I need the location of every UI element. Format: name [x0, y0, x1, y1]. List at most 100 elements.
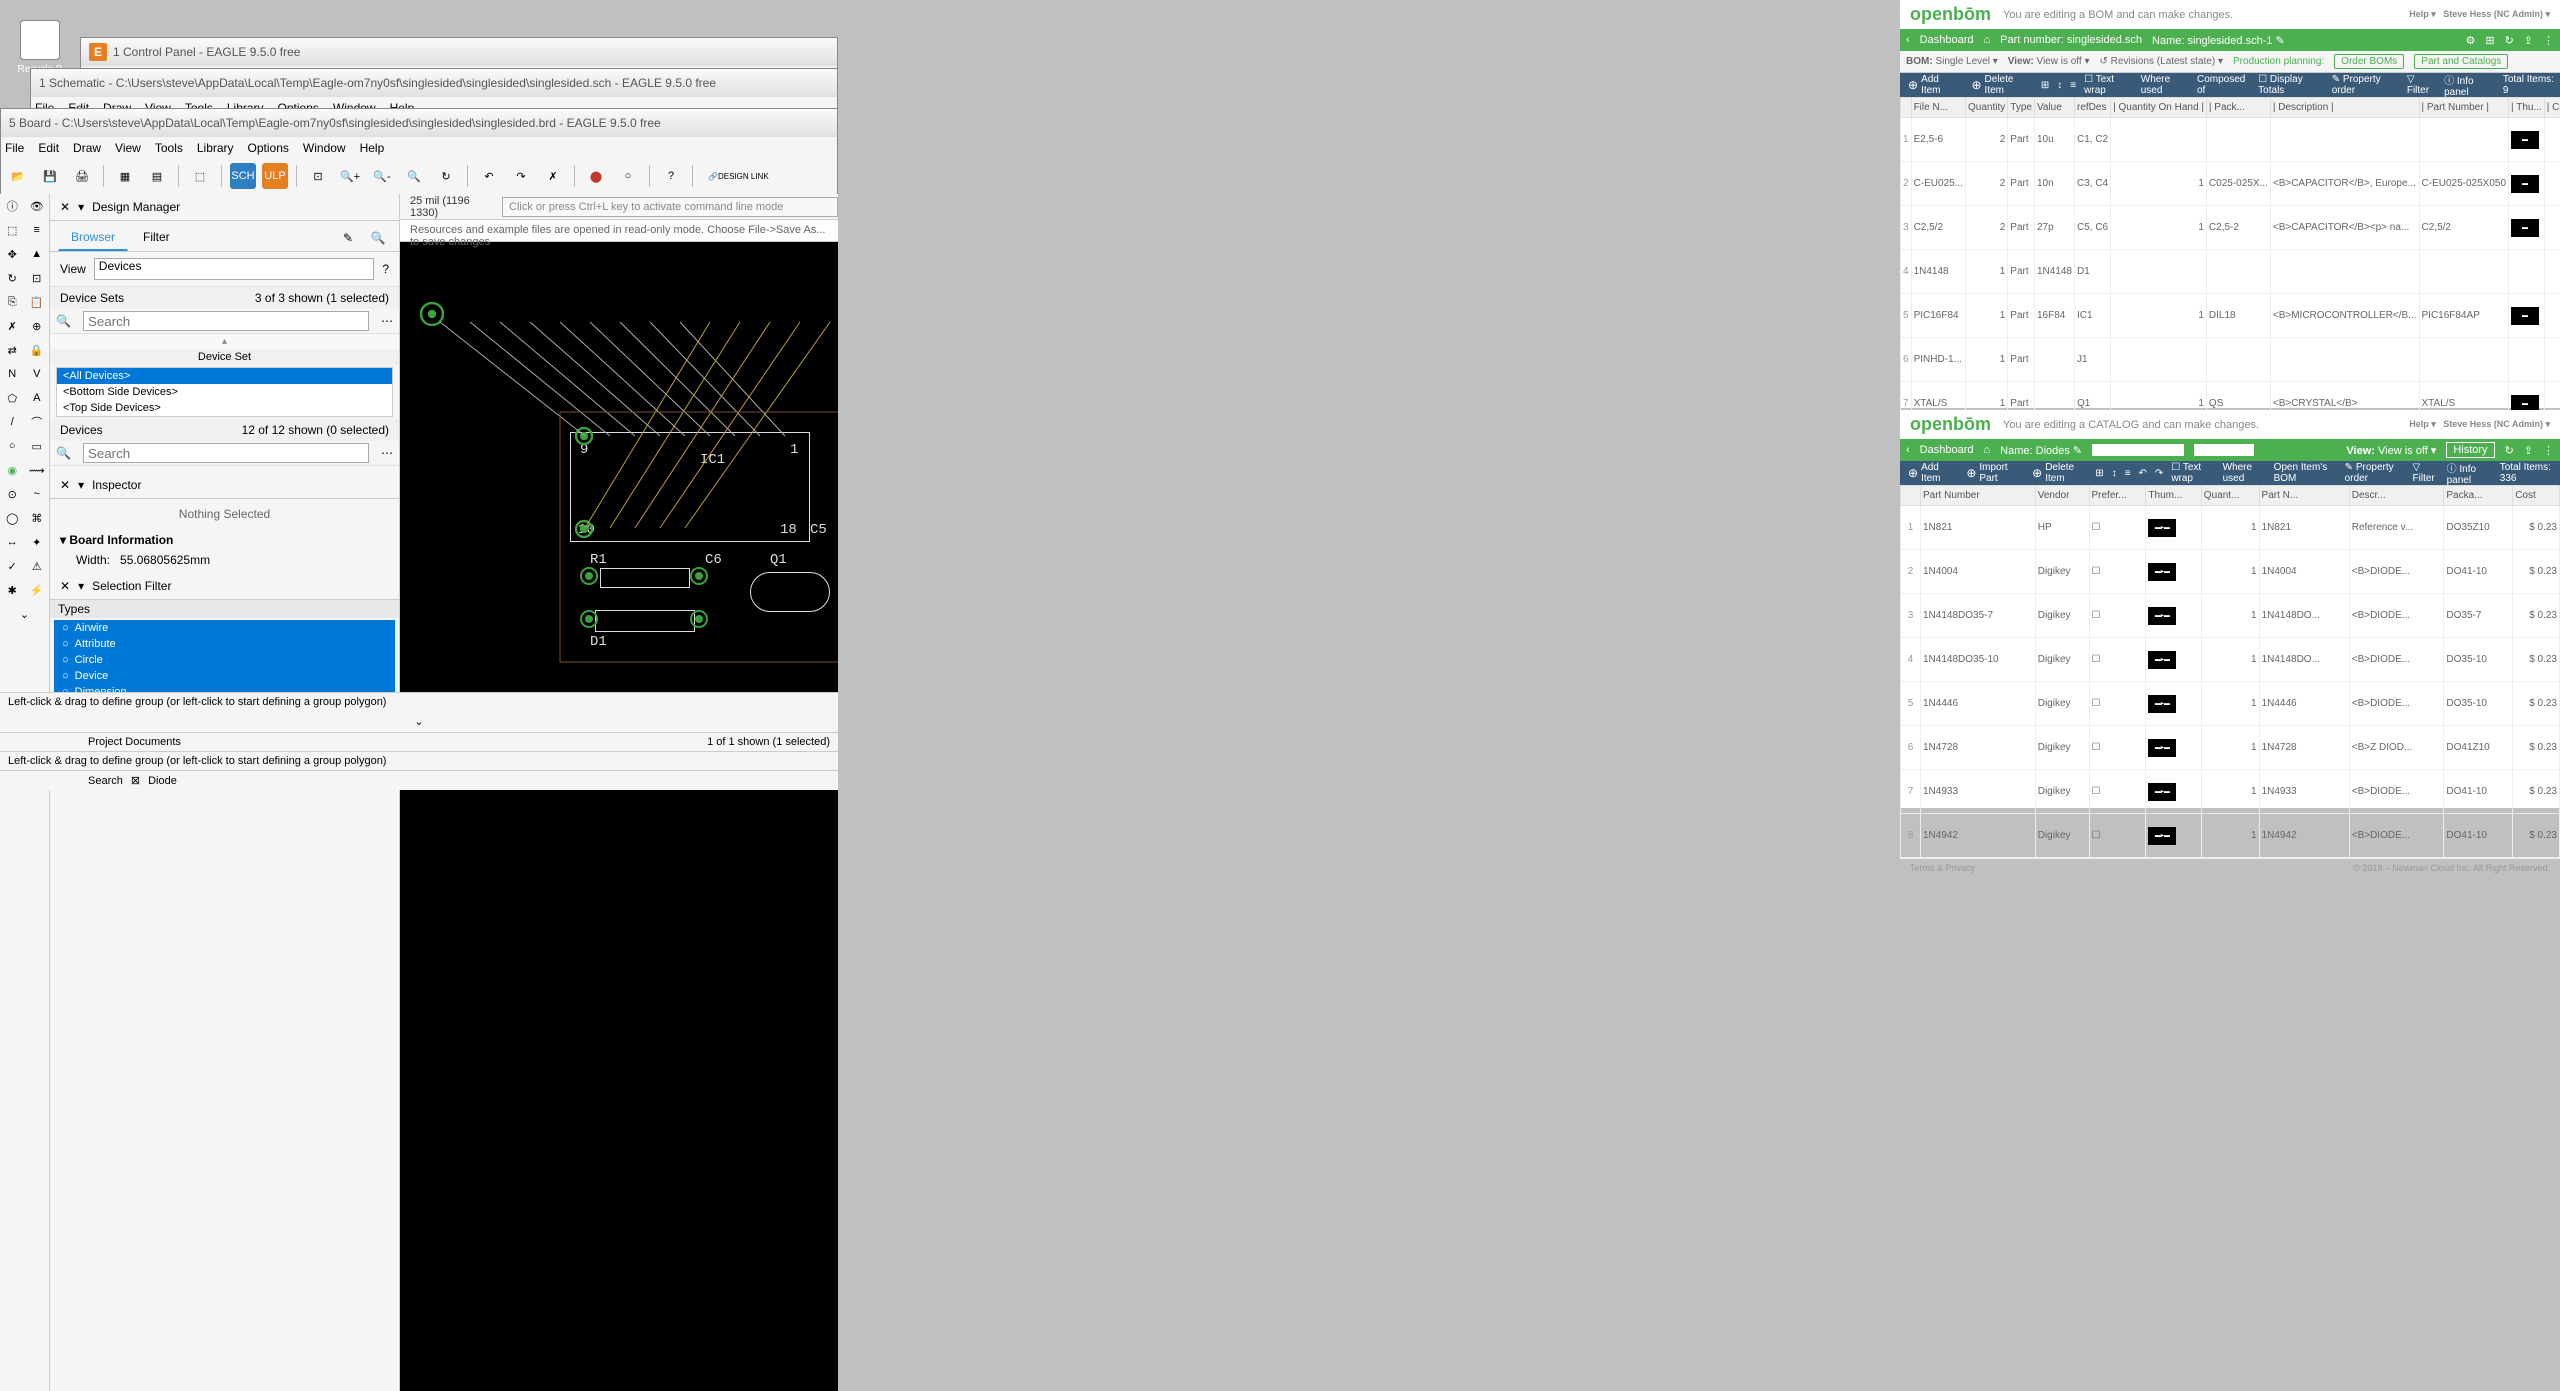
text-tool-icon[interactable]: A	[25, 386, 50, 410]
expand-tool-icon[interactable]: ⌄	[0, 602, 49, 626]
pcb-canvas[interactable]: IC1 9 10 1 18 R1 C6 C5 Q1 D1	[400, 242, 838, 1391]
errors-tool-icon[interactable]: ⚠	[25, 554, 50, 578]
manufacture-icon[interactable]: ▤	[144, 163, 170, 189]
menu-help[interactable]: Help	[360, 141, 385, 155]
table-row[interactable]: 11N821HP☐▬▸▬11N821Reference v...DO35Z10$…	[1901, 506, 2560, 550]
ratsnest-tool-icon[interactable]: ✱	[0, 578, 25, 602]
help-small-icon[interactable]: ?	[382, 262, 389, 276]
via-tool-icon[interactable]: ⊙	[0, 482, 25, 506]
attr-tool-icon[interactable]: ⌘	[25, 506, 50, 530]
more-icon[interactable]: ⋯	[381, 314, 393, 328]
table-icon[interactable]: ⊞	[2095, 468, 2103, 479]
back-icon[interactable]: ‹	[1906, 444, 1910, 456]
close-icon[interactable]: ✕	[60, 200, 70, 214]
close-icon[interactable]: ✕	[60, 579, 70, 593]
replace-tool-icon[interactable]: ⇄	[0, 338, 25, 362]
drc-tool-icon[interactable]: ✓	[0, 554, 25, 578]
collapse-icon[interactable]: ▾	[78, 478, 84, 492]
sort-icon[interactable]: ↕	[2057, 80, 2062, 91]
menu-library[interactable]: Library	[197, 141, 234, 155]
table-row[interactable]: 5PIC16F841Part16F84IC11DIL18<B>MICROCONT…	[1901, 294, 2560, 338]
share-icon[interactable]: ⇪	[2524, 444, 2533, 457]
rect-tool-icon[interactable]: ▭	[25, 434, 50, 458]
cam-icon[interactable]: ▦	[112, 163, 138, 189]
gear-icon[interactable]: ⚙	[2465, 34, 2475, 47]
table-row[interactable]: 21N4004Digikey☐▬▸▬11N4004<B>DIODE...DO41…	[1901, 550, 2560, 594]
move-tool-icon[interactable]: ✥	[0, 242, 25, 266]
redraw-icon[interactable]: ↻	[433, 163, 459, 189]
close-icon[interactable]: ✕	[60, 478, 70, 492]
eye-tool-icon[interactable]: 👁	[25, 194, 50, 218]
more-icon[interactable]: ⋮	[2543, 34, 2554, 47]
mark-tool-icon[interactable]: ✦	[25, 530, 50, 554]
select-tool-icon[interactable]: ⬚	[0, 218, 25, 242]
go-icon[interactable]: ○	[615, 163, 641, 189]
undo-icon[interactable]: ↶	[2139, 468, 2147, 479]
help-icon[interactable]: ?	[658, 163, 684, 189]
dashboard-link[interactable]: Dashboard	[1920, 444, 1974, 456]
table-row[interactable]: 31N4148DO35-7Digikey☐▬▸▬11N4148DO...<B>D…	[1901, 594, 2560, 638]
open-icon[interactable]: 📂	[5, 163, 31, 189]
dashboard-link[interactable]: Dashboard	[1920, 34, 1974, 46]
type-item[interactable]: Attribute	[54, 636, 395, 652]
refresh-icon[interactable]: ↻	[2505, 444, 2514, 457]
ripup-tool-icon[interactable]: ⟿	[25, 458, 50, 482]
history-button[interactable]: History	[2446, 442, 2494, 458]
redo-icon[interactable]: ↷	[508, 163, 534, 189]
more-icon[interactable]: ⋯	[381, 446, 393, 460]
circle-tool-icon[interactable]: ○	[0, 434, 25, 458]
set-vendors-button[interactable]: Set Vendors	[2194, 444, 2254, 456]
menu-draw[interactable]: Draw	[73, 141, 101, 155]
type-item[interactable]: Circle	[54, 652, 395, 668]
add-item-button[interactable]: Add Item	[1904, 460, 1954, 486]
device-set-item[interactable]: <Top Side Devices>	[57, 400, 392, 416]
more-icon[interactable]: ⋮	[2543, 444, 2554, 457]
browser-tab[interactable]: Browser	[58, 225, 128, 251]
design-link-button[interactable]: 🔗 DESIGN LINK	[701, 163, 776, 189]
zoom-out-icon[interactable]: 🔍-	[369, 163, 395, 189]
view-select[interactable]: Devices	[94, 258, 375, 280]
order-boms-button[interactable]: Order BOMs	[2334, 54, 2404, 69]
align-icon[interactable]: ≡	[2125, 468, 2131, 479]
print-icon[interactable]: 🖨	[69, 163, 95, 189]
rotate-tool-icon[interactable]: ↻	[0, 266, 25, 290]
polygon-tool-icon[interactable]: ⬠	[0, 386, 25, 410]
ulp-icon[interactable]: ULP	[262, 163, 288, 189]
table-row[interactable]: 81N4942Digikey☐▬▸▬11N4942<B>DIODE...DO41…	[1901, 814, 2560, 858]
zoom-fit-icon[interactable]: ⊡	[305, 163, 331, 189]
cancel-icon[interactable]: ✗	[540, 163, 566, 189]
type-item[interactable]: Airwire	[54, 620, 395, 636]
back-icon[interactable]: ‹	[1906, 34, 1910, 46]
collapse-icon[interactable]: ▾	[78, 579, 84, 593]
hole-tool-icon[interactable]: ◯	[0, 506, 25, 530]
home-icon[interactable]: ⌂	[1984, 444, 1991, 456]
align-icon[interactable]: ≡	[2070, 80, 2076, 91]
save-icon[interactable]: 💾	[37, 163, 63, 189]
dim-tool-icon[interactable]: ↔	[0, 530, 25, 554]
mirror-tool-icon[interactable]: ▲	[25, 242, 50, 266]
home-icon[interactable]: ⌂	[1984, 34, 1991, 46]
menu-window[interactable]: Window	[303, 141, 346, 155]
filter-tab[interactable]: Filter	[130, 225, 183, 251]
auto-tool-icon[interactable]: ⚡	[25, 578, 50, 602]
value-tool-icon[interactable]: V	[25, 362, 50, 386]
refresh-icon[interactable]: ↻	[2505, 34, 2514, 47]
devices-search[interactable]	[83, 443, 369, 463]
stop-icon[interactable]: ⬤	[583, 163, 609, 189]
table-row[interactable]: 2C-EU025...2Part10nC3, C41C025-025X...<B…	[1901, 162, 2560, 206]
signal-tool-icon[interactable]: ~	[25, 482, 50, 506]
table-row[interactable]: 6PINHD-1...1PartJ1	[1901, 338, 2560, 382]
menu-file[interactable]: File	[5, 141, 24, 155]
search-dm-icon[interactable]: 🔍	[365, 225, 391, 251]
table-icon[interactable]: ⊞	[2041, 80, 2049, 91]
delete-item-button[interactable]: Delete Item	[2028, 460, 2087, 486]
recycle-bin-icon[interactable]: Recycle B	[10, 20, 70, 75]
name-tool-icon[interactable]: N	[0, 362, 25, 386]
info-tool-icon[interactable]: ⓘ	[0, 194, 25, 218]
copy-tool-icon[interactable]: ⎘	[0, 290, 25, 314]
add-item-button[interactable]: Add Item	[1904, 72, 1959, 98]
device-set-item[interactable]: <All Devices>	[57, 368, 392, 384]
sheet-icon[interactable]: ⬚	[187, 163, 213, 189]
catalog-table[interactable]: Part NumberVendorPrefer...Thum...Quant..…	[1900, 485, 2560, 858]
grid-icon[interactable]: ⊞	[2485, 34, 2494, 47]
